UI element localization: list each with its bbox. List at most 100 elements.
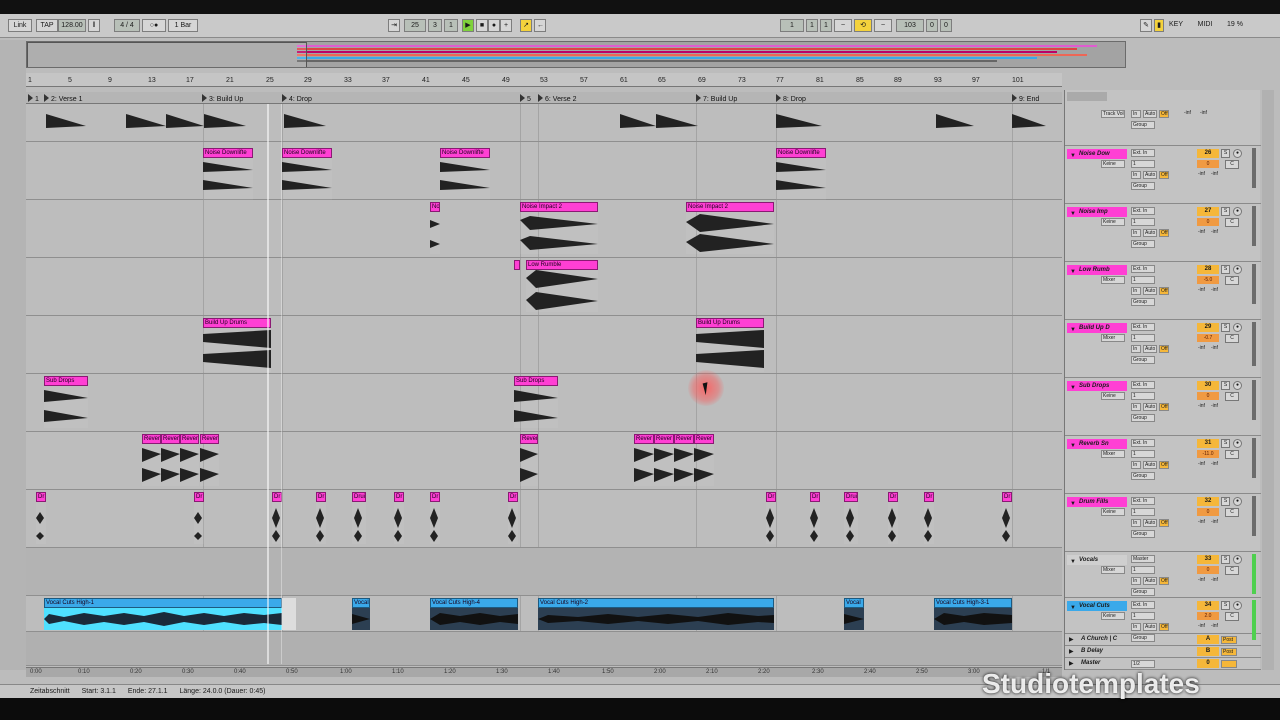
fold-icon[interactable]: ▼	[1070, 441, 1076, 449]
clip[interactable]: Noise Impact 2	[520, 202, 598, 254]
clip[interactable]: Rever	[654, 434, 674, 486]
in-button[interactable]: In	[1131, 345, 1141, 353]
input-type-select[interactable]: Ext. In	[1131, 381, 1155, 389]
mixer-track-strip[interactable]: ▼ Reverb Sn Ext. In Mixer 1 In Auto Off Group 31 -…	[1065, 436, 1261, 494]
off-button[interactable]: Off	[1159, 403, 1169, 411]
arm-icon[interactable]: ●	[1233, 323, 1242, 332]
track-lane-noise-impact[interactable]: No Noise Impact 2 Noise Impact 2	[26, 200, 1062, 258]
monitor-select[interactable]: Keine	[1101, 508, 1125, 516]
monitor-select[interactable]: Mixer	[1101, 276, 1125, 284]
track-lane-returns[interactable]	[26, 632, 1062, 666]
solo-button[interactable]: S	[1221, 323, 1230, 332]
monitor-select[interactable]: Keine	[1101, 160, 1125, 168]
clip[interactable]: Dr	[430, 492, 440, 544]
automation-arm-icon[interactable]: ↗	[520, 19, 532, 32]
clip[interactable]: Dr	[194, 492, 204, 544]
input-type-select[interactable]: Ext. In	[1131, 601, 1155, 609]
off-button[interactable]: Off	[1159, 287, 1169, 295]
loop-length-sixteenth[interactable]: 0	[940, 19, 952, 32]
off-button[interactable]: Off	[1159, 577, 1169, 585]
track-lane-build-up-drums[interactable]: Build Up Drums Build Up Drums	[26, 316, 1062, 374]
pan-knob[interactable]: C	[1225, 508, 1239, 517]
key-map-label[interactable]: KEY	[1166, 19, 1186, 32]
fold-icon[interactable]: ▶	[1069, 636, 1074, 643]
punch-in-icon[interactable]: ~	[834, 19, 852, 32]
auto-button[interactable]: Auto	[1143, 461, 1157, 469]
input-channel-select[interactable]: 1	[1131, 218, 1155, 226]
track-name[interactable]: ▼ Noise Imp	[1067, 207, 1127, 217]
pan-knob[interactable]: C	[1225, 334, 1239, 343]
overview-visible-region[interactable]	[27, 42, 307, 67]
monitor-select[interactable]: Keine	[1101, 612, 1125, 620]
locator[interactable]: 8: Drop	[776, 94, 806, 103]
midi-map-label[interactable]: MIDI	[1194, 19, 1216, 32]
track-lane-vocal-cuts[interactable]: Vocal Cuts High-1 Vocal Vocal Cuts High-…	[26, 596, 1062, 632]
input-channel-select[interactable]: 1	[1131, 334, 1155, 342]
play-icon[interactable]: ▶	[462, 19, 474, 32]
quantization-select[interactable]: 1 Bar	[168, 19, 198, 32]
group-select[interactable]: Group	[1131, 530, 1155, 538]
mixer-track-strip[interactable]: ▼ Noise Imp Ext. In Keine 1 In Auto Off Group 27 0…	[1065, 204, 1261, 262]
solo-button[interactable]: S	[1221, 149, 1230, 158]
auto-button[interactable]: Auto	[1143, 519, 1157, 527]
clip[interactable]: Vocal Cuts High-2	[538, 598, 774, 630]
track-name[interactable]: ▼ Noise Dow	[1067, 149, 1127, 159]
auto-button[interactable]: Auto	[1143, 403, 1157, 411]
locator[interactable]: 9: End	[1012, 94, 1039, 103]
bar-ruler[interactable]: 1 5 9 13 17 21 25 29 33 37 41 45 49 53 5…	[26, 73, 1062, 87]
track-volume[interactable]: 0	[1197, 566, 1219, 574]
track-name[interactable]: ▼ Sub Drops	[1067, 381, 1127, 391]
clip[interactable]: Sub Drops	[514, 376, 558, 428]
locator[interactable]: 1	[28, 94, 39, 103]
locator[interactable]: 4: Drop	[282, 94, 312, 103]
locator-bar[interactable]: 1 2: Verse 1 3: Build Up 4: Drop 5 6: Ve…	[26, 92, 1062, 104]
solo-button[interactable]: S	[1221, 207, 1230, 216]
locator[interactable]: 2: Verse 1	[44, 94, 83, 103]
group-select[interactable]: Group	[1131, 182, 1155, 190]
return-track-strip[interactable]: ▶ A Church | C A Post	[1065, 634, 1261, 646]
follow-icon[interactable]: ⇥	[388, 19, 400, 32]
input-channel-select[interactable]: 1	[1131, 392, 1155, 400]
tempo-field[interactable]: 128.00	[58, 19, 86, 32]
input-type-select[interactable]: Ext. In	[1131, 207, 1155, 215]
arrangement-view[interactable]: Noise Downlifte Noise Downlifte Noise Do…	[26, 104, 1062, 666]
arm-icon[interactable]: ●	[1233, 381, 1242, 390]
clip[interactable]: Rever	[180, 434, 199, 486]
arm-icon[interactable]: ●	[1233, 207, 1242, 216]
arm-icon[interactable]: ●	[1233, 265, 1242, 274]
auto-button[interactable]: Auto	[1143, 345, 1157, 353]
monitor-select[interactable]: Keine	[1101, 218, 1125, 226]
back-to-arrangement-icon[interactable]: ←	[534, 19, 546, 32]
in-button[interactable]: In	[1131, 171, 1141, 179]
clip[interactable]: Low Rumble	[526, 260, 598, 312]
input-channel-select[interactable]: 1	[1131, 612, 1155, 620]
track-name[interactable]: ▼ Vocals	[1067, 555, 1127, 565]
pan-knob[interactable]: C	[1225, 218, 1239, 227]
track-lane-reverb-snare[interactable]: Rever Rever Rever Rever Rever Rever Reve…	[26, 432, 1062, 490]
loop-start-sixteenth[interactable]: 1	[820, 19, 832, 32]
clip[interactable]: Drui	[352, 492, 366, 544]
clip[interactable]: Dr	[766, 492, 776, 544]
metronome-icon[interactable]: ○●	[142, 19, 166, 32]
clip[interactable]: Rever	[520, 434, 538, 486]
track-lane-vocals-group[interactable]	[26, 548, 1062, 596]
monitor-select[interactable]: Mixer	[1101, 334, 1125, 342]
clip[interactable]: Dr	[394, 492, 404, 544]
stop-icon[interactable]: ■	[476, 19, 488, 32]
overdub-icon[interactable]: +	[500, 19, 512, 32]
arm-icon[interactable]: ●	[1233, 555, 1242, 564]
input-channel-select[interactable]: 1	[1131, 160, 1155, 168]
pan-knob[interactable]: C	[1225, 276, 1239, 285]
fold-icon[interactable]: ▼	[1070, 267, 1076, 275]
clip[interactable]: Noise Downlifte	[440, 148, 490, 200]
fold-icon[interactable]: ▼	[1070, 151, 1076, 159]
monitor-select[interactable]: Mixer	[1101, 450, 1125, 458]
group-select[interactable]: Group	[1131, 356, 1155, 364]
arrangement-position-sixteenth[interactable]: 1	[444, 19, 458, 32]
clip[interactable]: Dr	[36, 492, 46, 544]
off-button[interactable]: Off	[1159, 229, 1169, 237]
return-name[interactable]: A Church | C	[1081, 636, 1117, 642]
return-track-strip[interactable]: ▶ B Delay B Post	[1065, 646, 1261, 658]
off-button[interactable]: Off	[1159, 461, 1169, 469]
clip[interactable]	[514, 260, 520, 312]
